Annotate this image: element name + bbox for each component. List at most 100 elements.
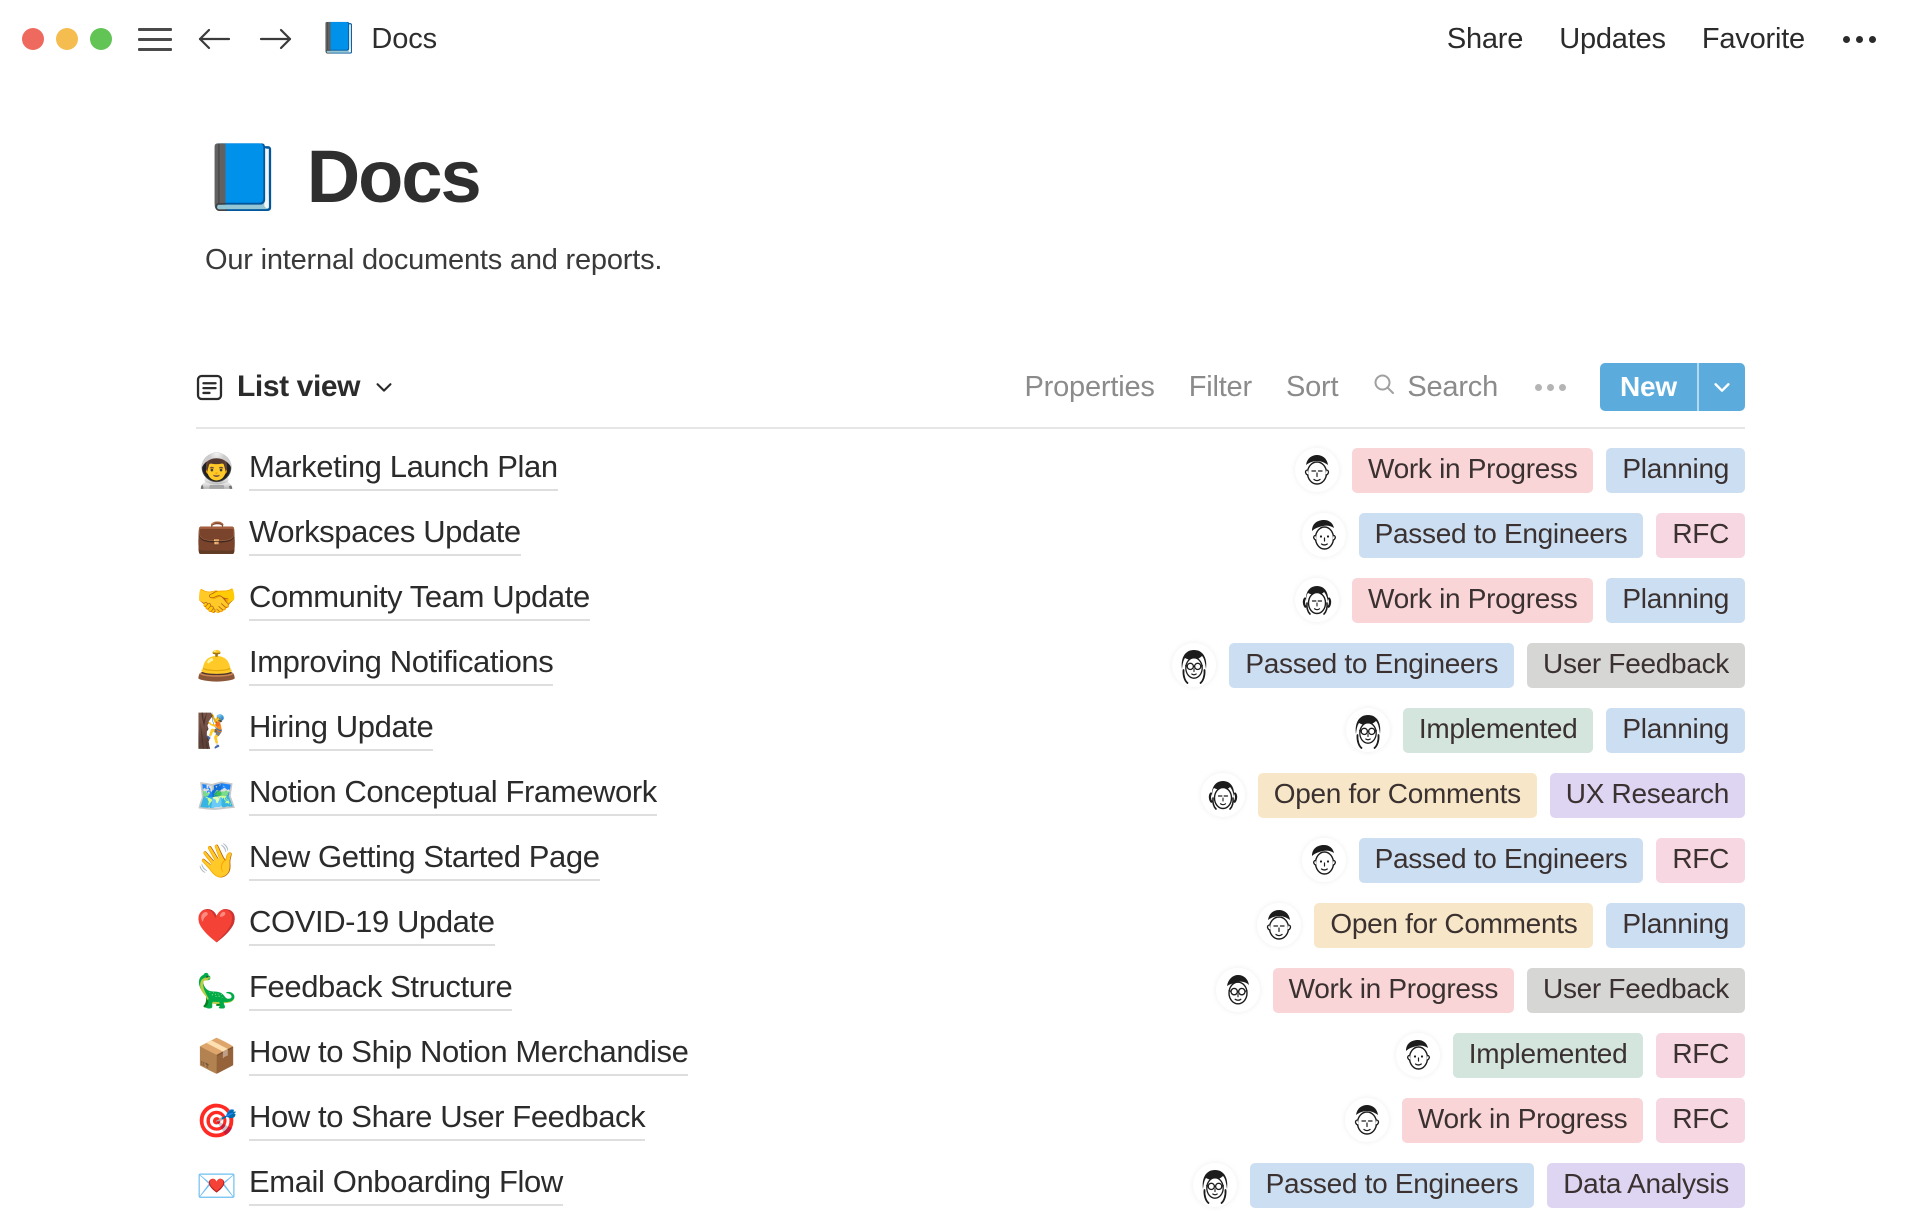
close-window-button[interactable]	[22, 28, 44, 50]
list-item-properties: Work in Progress RFC	[1345, 1098, 1745, 1143]
arrow-left-icon[interactable]	[194, 19, 234, 59]
category-badge[interactable]: Planning	[1606, 578, 1745, 623]
avatar[interactable]	[1345, 1098, 1389, 1142]
list-view-label: List view	[237, 370, 360, 404]
new-button[interactable]: New	[1600, 363, 1697, 411]
list-item-properties: Passed to Engineers RFC	[1302, 838, 1745, 883]
list-item[interactable]: 📦How to Ship Notion MerchandiseImplement…	[196, 1023, 1745, 1088]
list-item[interactable]: 🧗Hiring UpdateImplementedPlanning	[196, 698, 1745, 763]
document-emoji-icon: 👨‍🚀	[196, 454, 234, 487]
list-item[interactable]: 🦕Feedback StructureWork in ProgressUser …	[196, 958, 1745, 1023]
zoom-window-button[interactable]	[90, 28, 112, 50]
filter-button[interactable]: Filter	[1172, 371, 1269, 404]
category-badge[interactable]: RFC	[1656, 513, 1745, 558]
list-item-properties: Passed to Engineers Data Analysis	[1193, 1163, 1745, 1208]
status-badge[interactable]: Passed to Engineers	[1359, 513, 1644, 558]
document-title-link[interactable]: Marketing Launch Plan	[249, 450, 558, 491]
minimize-window-button[interactable]	[56, 28, 78, 50]
document-title-link[interactable]: How to Ship Notion Merchandise	[249, 1035, 688, 1076]
category-badge[interactable]: RFC	[1656, 838, 1745, 883]
toolbar-ellipsis-icon[interactable]	[1515, 384, 1586, 391]
share-button[interactable]: Share	[1447, 23, 1523, 56]
avatar[interactable]	[1295, 448, 1339, 492]
list-item-properties: Passed to Engineers RFC	[1302, 513, 1745, 558]
list-item[interactable]: ❤️ COVID-19 Update Open for Comments Planni…	[196, 893, 1745, 958]
status-badge[interactable]: Passed to Engineers	[1359, 838, 1644, 883]
tab-list-view[interactable]: List view	[195, 370, 395, 404]
status-badge[interactable]: Work in Progress	[1273, 968, 1514, 1013]
breadcrumb[interactable]: 📘 Docs	[320, 23, 437, 56]
avatar[interactable]	[1193, 1163, 1237, 1207]
status-badge[interactable]: Passed to Engineers	[1250, 1163, 1535, 1208]
document-title-link[interactable]: Feedback Structure	[249, 970, 512, 1011]
list-item[interactable]: 🛎️Improving NotificationsPassed to Engin…	[196, 633, 1745, 698]
favorite-button[interactable]: Favorite	[1702, 23, 1805, 56]
category-badge[interactable]: User Feedback	[1527, 643, 1745, 688]
category-badge[interactable]: Planning	[1606, 708, 1745, 753]
avatar[interactable]	[1302, 513, 1346, 557]
category-badge[interactable]: User Feedback	[1527, 968, 1745, 1013]
avatar[interactable]	[1346, 708, 1390, 752]
status-badge[interactable]: Implemented	[1453, 1033, 1644, 1078]
category-badge[interactable]: UX Research	[1550, 773, 1745, 818]
status-badge[interactable]: Open for Comments	[1258, 773, 1537, 818]
list-item-main: 🗺️ Notion Conceptual Framework	[196, 775, 657, 816]
list-item-properties: Open for Comments Planning	[1257, 903, 1745, 948]
avatar[interactable]	[1216, 968, 1260, 1012]
page-emoji-icon[interactable]: 📘	[203, 145, 283, 209]
category-badge[interactable]: Planning	[1606, 448, 1745, 493]
document-title-link[interactable]: COVID-19 Update	[249, 905, 495, 946]
document-title-link[interactable]: New Getting Started Page	[249, 840, 600, 881]
traffic-lights	[22, 28, 112, 50]
category-badge[interactable]: RFC	[1656, 1098, 1745, 1143]
list-item[interactable]: 💌Email Onboarding FlowPassed to Engineer…	[196, 1153, 1745, 1218]
list-item[interactable]: 💼Workspaces UpdatePassed to EngineersRFC	[196, 503, 1745, 568]
category-badge[interactable]: Planning	[1606, 903, 1745, 948]
avatar[interactable]	[1302, 838, 1346, 882]
search-icon	[1372, 371, 1396, 404]
document-emoji-icon: 🎯	[196, 1104, 234, 1137]
list-item[interactable]: 👋New Getting Started PagePassed to Engin…	[196, 828, 1745, 893]
status-badge[interactable]: Open for Comments	[1314, 903, 1593, 948]
list-item[interactable]: 🎯 How to Share User Feedback Work in Progr…	[196, 1088, 1745, 1153]
document-emoji-icon: ❤️	[196, 909, 234, 942]
chevron-down-icon[interactable]	[373, 376, 395, 398]
avatar[interactable]	[1295, 578, 1339, 622]
hamburger-icon[interactable]	[138, 24, 172, 54]
updates-button[interactable]: Updates	[1559, 23, 1666, 56]
status-badge[interactable]: Implemented	[1403, 708, 1594, 753]
document-title-link[interactable]: Hiring Update	[249, 710, 433, 751]
list-item-main: ❤️ COVID-19 Update	[196, 905, 495, 946]
list-item-properties: Implemented RFC	[1396, 1033, 1745, 1078]
page-title[interactable]: Docs	[307, 140, 480, 214]
document-emoji-icon: 🤝	[196, 584, 234, 617]
avatar[interactable]	[1396, 1033, 1440, 1077]
new-button-group: New	[1600, 363, 1745, 411]
list-item[interactable]: 👨‍🚀 Marketing Launch Plan Work in Progress…	[196, 438, 1745, 503]
arrow-right-icon[interactable]	[256, 19, 296, 59]
toolbar-controls: Properties Filter Sort Search New	[1008, 363, 1745, 411]
status-badge[interactable]: Passed to Engineers	[1229, 643, 1514, 688]
document-title-link[interactable]: Notion Conceptual Framework	[249, 775, 657, 816]
sort-button[interactable]: Sort	[1269, 371, 1355, 404]
category-badge[interactable]: RFC	[1656, 1033, 1745, 1078]
document-title-link[interactable]: How to Share User Feedback	[249, 1100, 645, 1141]
status-badge[interactable]: Work in Progress	[1352, 448, 1593, 493]
document-title-link[interactable]: Workspaces Update	[249, 515, 521, 556]
status-badge[interactable]: Work in Progress	[1352, 578, 1593, 623]
list-item[interactable]: 🗺️ Notion Conceptual Framework Open for Co…	[196, 763, 1745, 828]
document-title-link[interactable]: Community Team Update	[249, 580, 590, 621]
avatar[interactable]	[1172, 643, 1216, 687]
ellipsis-icon[interactable]	[1841, 30, 1878, 49]
list-item[interactable]: 🤝 Community Team Update Work in Progress Pl…	[196, 568, 1745, 633]
search-button[interactable]: Search	[1355, 371, 1515, 404]
new-button-chevron-down-icon[interactable]	[1699, 363, 1745, 411]
category-badge[interactable]: Data Analysis	[1547, 1163, 1745, 1208]
avatar[interactable]	[1201, 773, 1245, 817]
avatar[interactable]	[1257, 903, 1301, 947]
document-emoji-icon: 🗺️	[196, 779, 234, 812]
page-description[interactable]: Our internal documents and reports.	[205, 244, 662, 277]
status-badge[interactable]: Work in Progress	[1402, 1098, 1643, 1143]
document-title-link[interactable]: Improving Notifications	[249, 645, 553, 686]
properties-button[interactable]: Properties	[1008, 371, 1172, 404]
